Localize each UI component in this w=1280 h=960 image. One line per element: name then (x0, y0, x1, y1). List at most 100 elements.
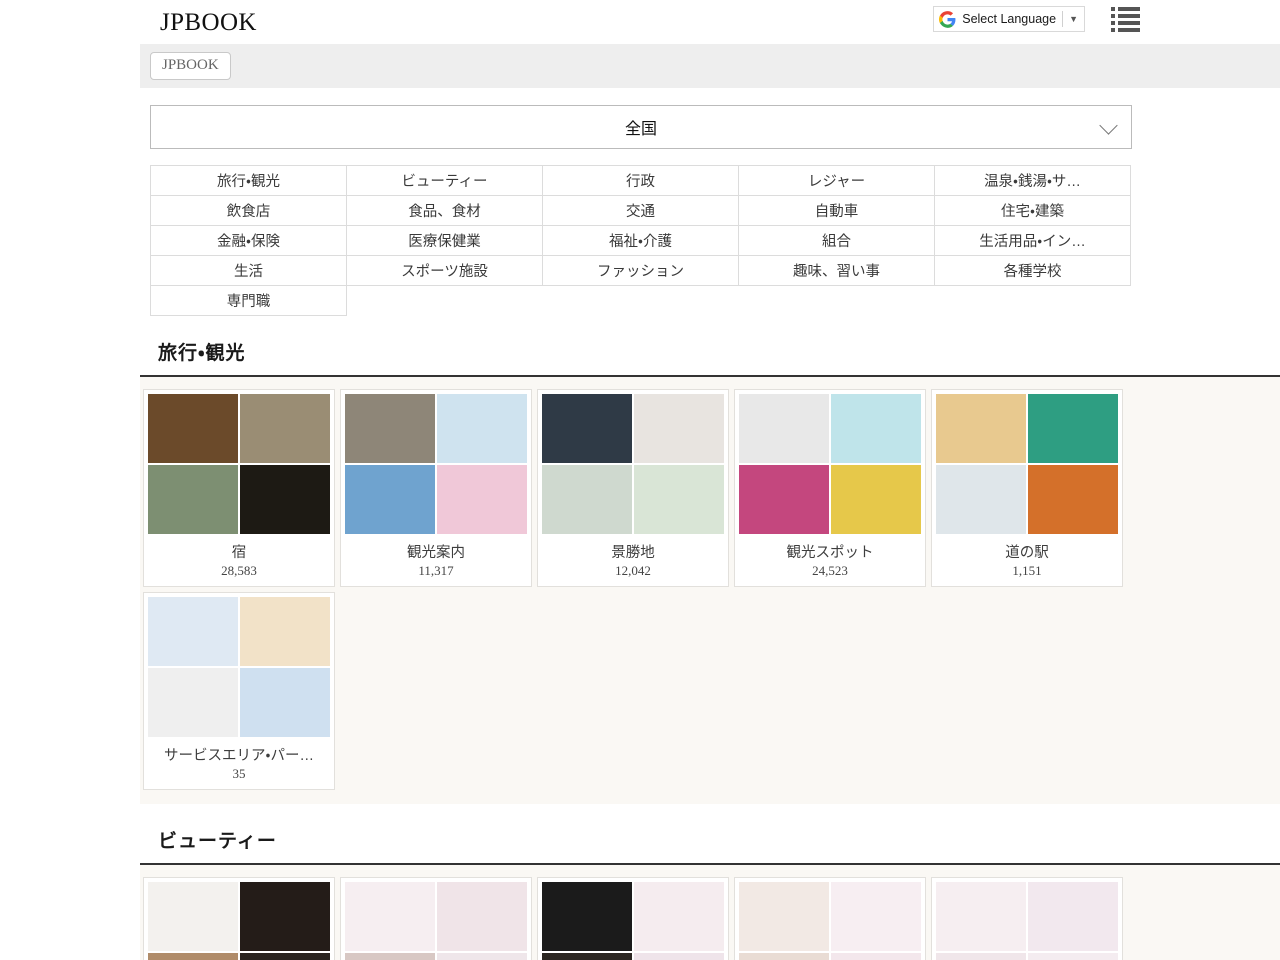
breadcrumb-home[interactable]: JPBOOK (150, 52, 231, 80)
card-thumbnail (240, 597, 330, 666)
region-select-wrap: 全国 (140, 88, 1280, 149)
card-thumbnail-grid (148, 882, 330, 960)
category-cell[interactable]: 組合 (739, 226, 935, 256)
card-thumbnail (739, 953, 829, 960)
section-title: ビューティー (158, 831, 277, 852)
category-cell[interactable]: 行政 (543, 166, 739, 196)
translate-label: Select Language (962, 12, 1056, 26)
category-cell-empty (347, 286, 543, 316)
card-thumbnail (634, 882, 724, 951)
card-thumbnail (634, 953, 724, 960)
cards-band: 宿28,583観光案内11,317景勝地12,042観光スポット24,523道の… (140, 377, 1280, 804)
cards-grid (140, 877, 1280, 960)
category-cell[interactable]: 専門職 (151, 286, 347, 316)
card-thumbnail (542, 882, 632, 951)
card-thumbnail (148, 953, 238, 960)
card-thumbnail (240, 882, 330, 951)
card-thumbnail (542, 953, 632, 960)
category-card[interactable]: 観光スポット24,523 (734, 389, 926, 587)
card-thumbnail (634, 394, 724, 463)
card-thumbnail (831, 465, 921, 534)
category-cell[interactable]: 旅行・観光 (151, 166, 347, 196)
category-cell[interactable]: 趣味、習い事 (739, 256, 935, 286)
card-thumbnail (437, 882, 527, 951)
card-thumbnail-grid (739, 394, 921, 534)
card-title: 観光スポット (739, 541, 921, 562)
google-translate-widget[interactable]: Select Language ▼ (933, 6, 1085, 32)
card-thumbnail (240, 668, 330, 737)
category-cell[interactable]: 自動車 (739, 196, 935, 226)
category-cell[interactable]: 飲食店 (151, 196, 347, 226)
category-section: 旅行・観光宿28,583観光案内11,317景勝地12,042観光スポット24,… (140, 316, 1280, 804)
card-thumbnail (542, 394, 632, 463)
category-section: ビューティー (140, 804, 1280, 960)
list-menu-icon[interactable] (1111, 7, 1140, 32)
card-thumbnail (345, 882, 435, 951)
card-thumbnail (831, 394, 921, 463)
category-card[interactable]: 宿28,583 (143, 389, 335, 587)
menu-dot (1111, 7, 1115, 11)
category-cell[interactable]: 福祉・介護 (543, 226, 739, 256)
menu-bar (1118, 21, 1140, 25)
page-root: JPBOOK Select Language ▼ (0, 0, 1280, 960)
card-thumbnail (936, 882, 1026, 951)
card-thumbnail-grid (148, 394, 330, 534)
breadcrumb: JPBOOK (140, 44, 1280, 88)
category-cell[interactable]: 交通 (543, 196, 739, 226)
category-card[interactable]: サービスエリア・パー…35 (143, 592, 335, 790)
card-thumbnail (739, 465, 829, 534)
card-thumbnail-grid (345, 394, 527, 534)
card-thumbnail (437, 953, 527, 960)
cards-grid: 宿28,583観光案内11,317景勝地12,042観光スポット24,523道の… (140, 389, 1280, 790)
category-cell[interactable]: ビューティー (347, 166, 543, 196)
card-thumbnail-grid (936, 882, 1118, 960)
card-thumbnail (437, 465, 527, 534)
card-thumbnail (739, 394, 829, 463)
category-cell[interactable]: 生活 (151, 256, 347, 286)
category-cell[interactable]: 各種学校 (935, 256, 1131, 286)
section-title: 旅行・観光 (158, 343, 245, 364)
card-thumbnail (936, 953, 1026, 960)
category-card[interactable]: 景勝地12,042 (537, 389, 729, 587)
menu-dot (1111, 21, 1115, 25)
category-card[interactable]: 観光案内11,317 (340, 389, 532, 587)
card-title: 道の駅 (936, 541, 1118, 562)
card-count: 35 (148, 766, 330, 789)
site-logo[interactable]: JPBOOK (160, 10, 257, 35)
translate-separator (1062, 11, 1063, 27)
card-thumbnail (1028, 882, 1118, 951)
translate-caret-icon[interactable]: ▼ (1069, 14, 1078, 24)
menu-row (1111, 21, 1140, 25)
category-cell[interactable]: 食品、食材 (347, 196, 543, 226)
category-cell[interactable]: 温泉・銭湯・サ… (935, 166, 1131, 196)
category-card[interactable] (143, 877, 335, 960)
category-cell[interactable]: スポーツ施設 (347, 256, 543, 286)
card-thumbnail-grid (739, 882, 921, 960)
category-card[interactable] (340, 877, 532, 960)
card-thumbnail (345, 465, 435, 534)
region-select[interactable]: 全国 (150, 105, 1132, 149)
menu-bar (1118, 14, 1140, 18)
category-card[interactable] (537, 877, 729, 960)
card-thumbnail (148, 597, 238, 666)
category-cell[interactable]: ファッション (543, 256, 739, 286)
category-table-wrap: 旅行・観光ビューティー行政レジャー温泉・銭湯・サ…飲食店食品、食材交通自動車住宅… (140, 149, 1280, 316)
menu-row (1111, 14, 1140, 18)
category-card[interactable] (931, 877, 1123, 960)
category-cell[interactable]: 医療保健業 (347, 226, 543, 256)
card-thumbnail (831, 882, 921, 951)
category-cell[interactable]: 住宅・建築 (935, 196, 1131, 226)
card-thumbnail-grid (542, 882, 724, 960)
category-cell[interactable]: レジャー (739, 166, 935, 196)
category-card[interactable] (734, 877, 926, 960)
menu-dot (1111, 14, 1115, 18)
card-thumbnail-grid (542, 394, 724, 534)
category-card[interactable]: 道の駅1,151 (931, 389, 1123, 587)
category-row: 専門職 (151, 286, 1131, 316)
card-thumbnail (148, 882, 238, 951)
category-cell[interactable]: 金融・保険 (151, 226, 347, 256)
card-count: 11,317 (345, 563, 527, 586)
category-row: 旅行・観光ビューティー行政レジャー温泉・銭湯・サ… (151, 166, 1131, 196)
card-thumbnail (240, 953, 330, 960)
category-cell[interactable]: 生活用品・イン… (935, 226, 1131, 256)
